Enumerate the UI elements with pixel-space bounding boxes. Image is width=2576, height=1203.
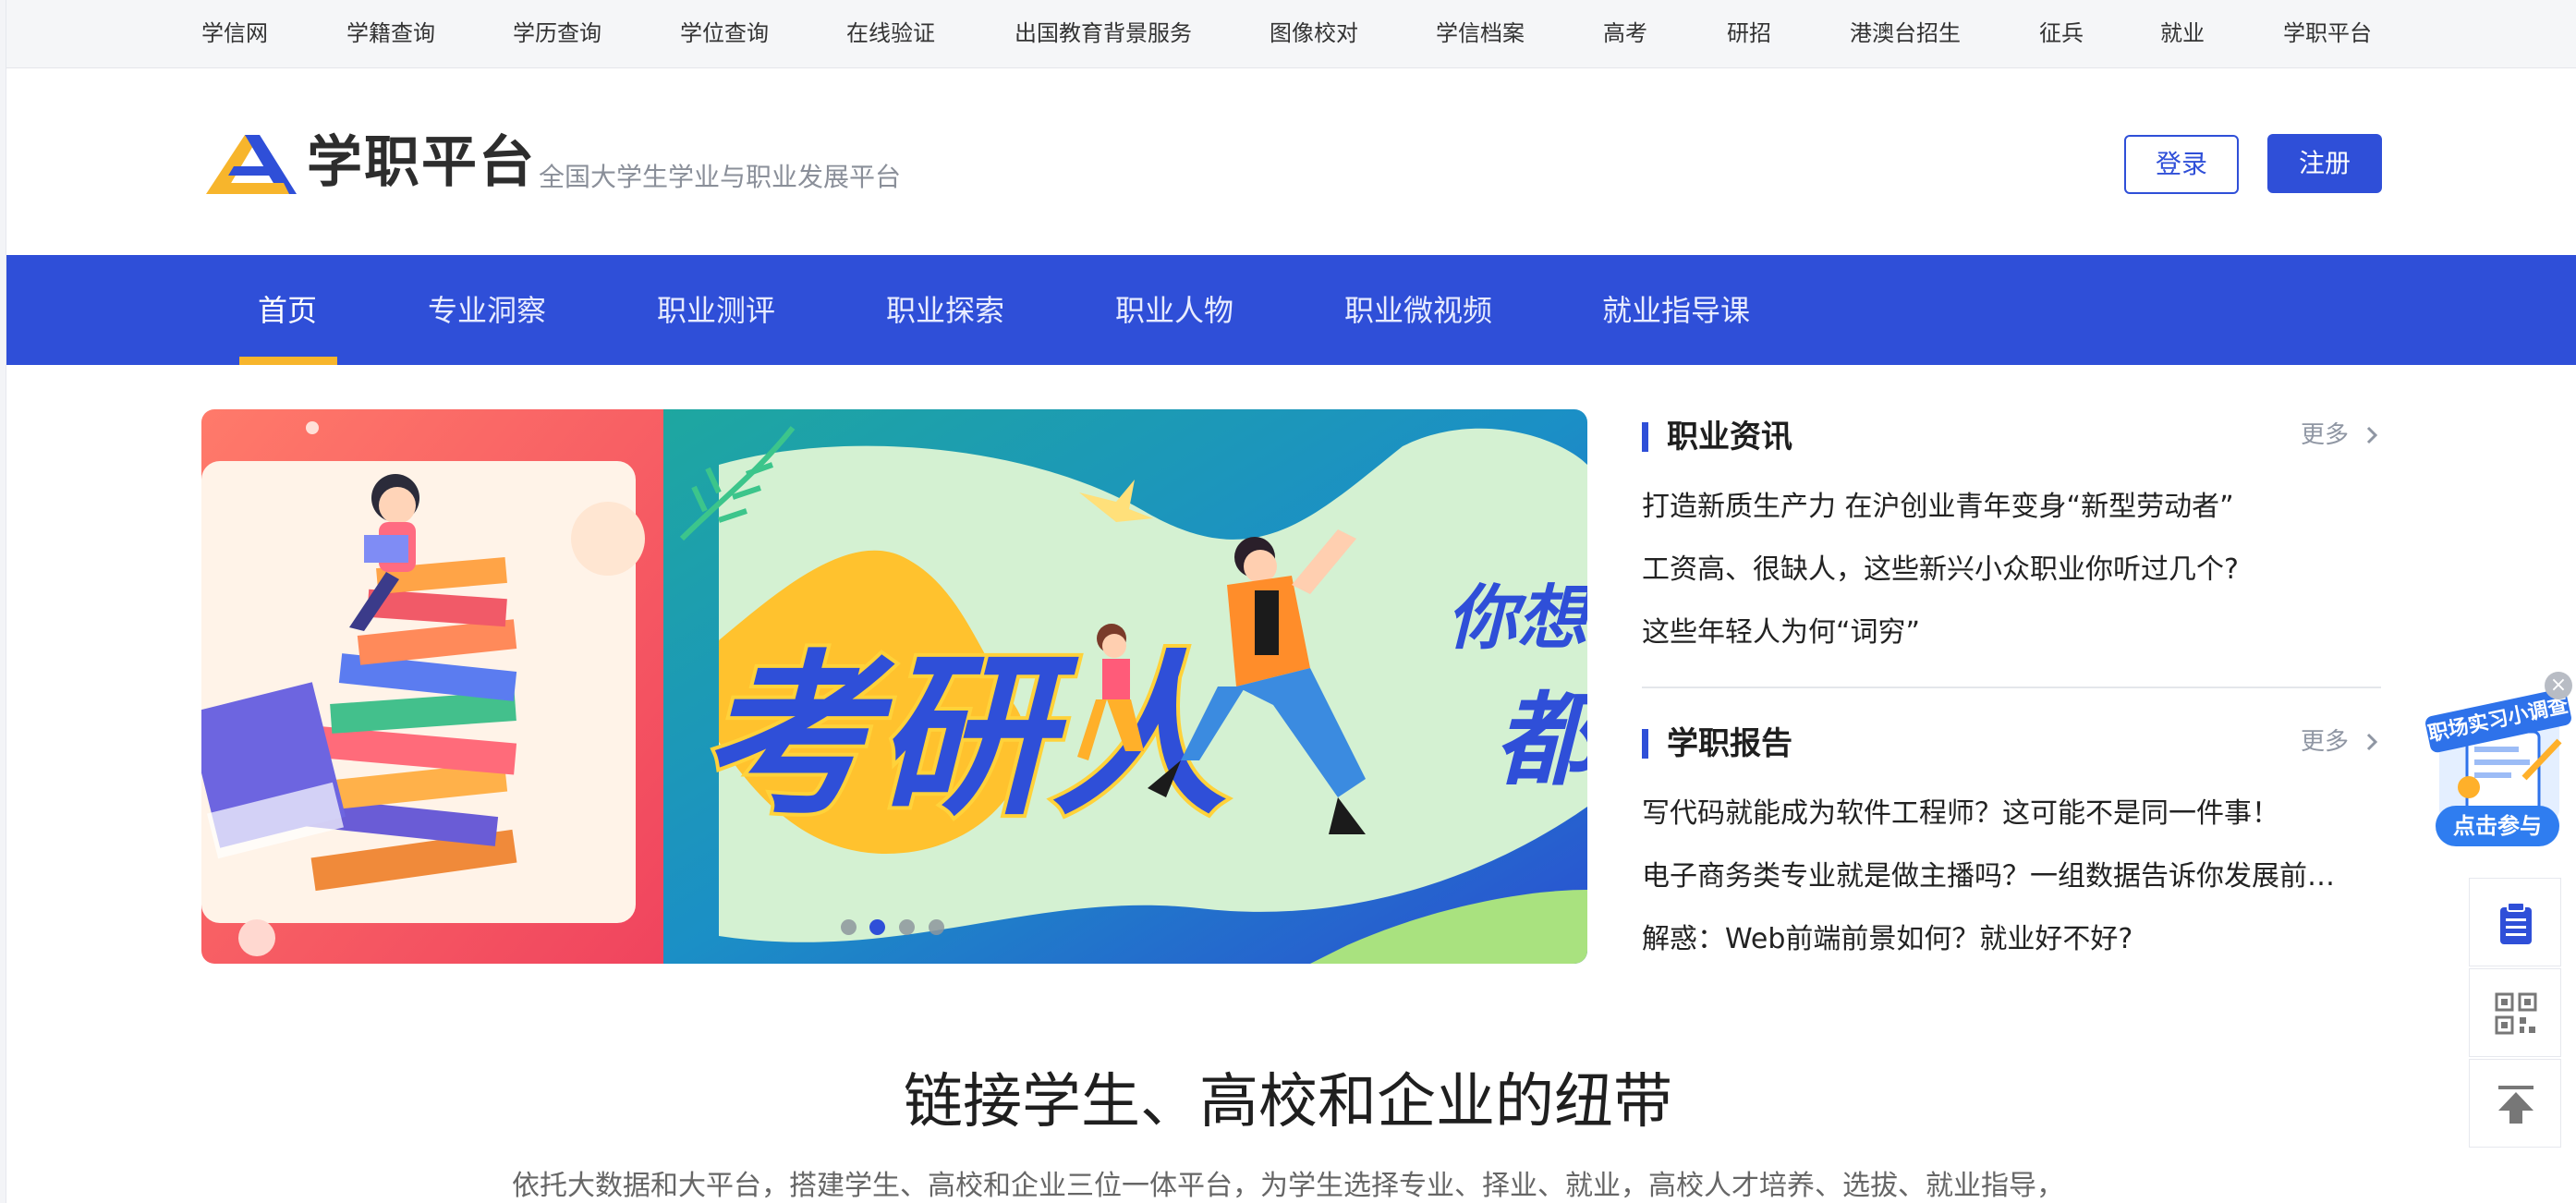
report-header: 学职报告 更多 [1642, 720, 2381, 766]
clipboard-icon [2500, 902, 2532, 944]
topbar-link-gaokao[interactable]: 高考 [1603, 18, 1647, 48]
nav-item-major-insight[interactable]: 专业洞察 [428, 290, 546, 331]
svg-text:考研人: 考研人 [700, 635, 1227, 839]
career-news-more-link[interactable]: 更多 [2301, 419, 2349, 452]
banner-illustration: 考研人 你想了 都 [201, 409, 1587, 964]
logo-text[interactable]: 学职平台 [307, 129, 536, 196]
back-to-top-icon [2498, 1086, 2533, 1124]
topbar-link-verify[interactable]: 在线验证 [846, 18, 935, 48]
carousel-dot[interactable] [841, 919, 857, 935]
nav-active-underline [239, 357, 337, 365]
report-item[interactable]: 解惑：Web前端前景如何？就业好不好? [1642, 919, 2381, 960]
topbar-link-gat[interactable]: 港澳台招生 [1850, 18, 1961, 48]
topbar-link-jiuye[interactable]: 就业 [2160, 18, 2205, 48]
carousel-dot[interactable] [929, 919, 944, 935]
nav-item-career-test[interactable]: 职业测评 [657, 290, 775, 331]
news-divider [1642, 687, 2381, 688]
report-item[interactable]: 电子商务类专业就是做主播吗？一组数据告诉你发展前… [1642, 857, 2381, 897]
topbar-link-xueli[interactable]: 学历查询 [513, 18, 601, 48]
nav-item-career-people[interactable]: 职业人物 [1115, 290, 1233, 331]
close-icon[interactable]: × [2545, 672, 2572, 699]
nav-item-home[interactable]: 首页 [258, 290, 317, 331]
carousel-dot-active[interactable] [869, 919, 885, 935]
qrcode-tool-button[interactable] [2469, 968, 2561, 1057]
career-news-item[interactable]: 打造新质生产力 在沪创业青年变身“新型劳动者” [1642, 487, 2381, 528]
report-more-link[interactable]: 更多 [2301, 725, 2349, 759]
topbar-link-yanzhao[interactable]: 研招 [1727, 18, 1771, 48]
login-button[interactable]: 登录 [2124, 135, 2239, 194]
chevron-right-icon[interactable] [2364, 729, 2381, 755]
report-title: 学职报告 [1667, 725, 1792, 762]
chevron-right-icon[interactable] [2364, 422, 2381, 448]
top-utility-bar: 学信网 学籍查询 学历查询 学位查询 在线验证 出国教育背景服务 图像校对 学信… [6, 0, 2576, 68]
site-header: 学职平台 全国大学生学业与职业发展平台 登录 注册 [6, 68, 2576, 255]
slogan-subtitle: 依托大数据和大平台，搭建学生、高校和企业三位一体平台，为学生选择专业、择业、就业… [512, 1170, 2064, 1202]
nav-item-career-course[interactable]: 就业指导课 [1602, 290, 1750, 331]
register-button[interactable]: 注册 [2267, 134, 2382, 193]
career-news-item[interactable]: 这些年轻人为何“词穷” [1642, 613, 2381, 653]
main-nav: 首页 专业洞察 职业测评 职业探索 职业人物 职业微视频 就业指导课 [6, 255, 2576, 365]
topbar-link-chsi[interactable]: 学信网 [201, 18, 268, 48]
topbar-link-archive[interactable]: 学信档案 [1436, 18, 1525, 48]
section-marker [1642, 422, 1648, 452]
back-to-top-button[interactable] [2469, 1059, 2561, 1148]
svg-text:你想了: 你想了 [1447, 577, 1587, 659]
qrcode-icon [2495, 992, 2537, 1035]
career-news-title: 职业资讯 [1667, 419, 1792, 456]
slogan-title: 链接学生、高校和企业的纽带 [904, 1068, 1672, 1136]
clipboard-tool-button[interactable] [2469, 878, 2561, 966]
topbar-link-image-check[interactable]: 图像校对 [1270, 18, 1358, 48]
logo-icon[interactable] [202, 129, 298, 196]
topbar-link-xuezhi[interactable]: 学职平台 [2283, 18, 2372, 48]
topbar-link-zhengbing[interactable]: 征兵 [2039, 18, 2084, 48]
survey-join-button[interactable]: 点击参与 [2436, 806, 2559, 846]
page-left-edge [0, 0, 6, 1203]
section-marker [1642, 729, 1648, 759]
carousel-dot[interactable] [899, 919, 915, 935]
report-item[interactable]: 写代码就能成为软件工程师？这可能不是同一件事！ [1642, 794, 2381, 834]
nav-item-career-video[interactable]: 职业微视频 [1344, 290, 1492, 331]
career-news-item[interactable]: 工资高、很缺人，这些新兴小众职业你听过几个? [1642, 550, 2381, 590]
topbar-link-xuewei[interactable]: 学位查询 [680, 18, 769, 48]
topbar-link-abroad[interactable]: 出国教育背景服务 [1015, 18, 1192, 48]
career-news-header: 职业资讯 更多 [1642, 413, 2381, 459]
nav-item-career-explore[interactable]: 职业探索 [886, 290, 1004, 331]
topbar-link-xueji[interactable]: 学籍查询 [346, 18, 435, 48]
banner-carousel[interactable]: 考研人 你想了 都 [201, 409, 1587, 964]
svg-text:都: 都 [1495, 681, 1587, 799]
logo-subtitle: 全国大学生学业与职业发展平台 [539, 162, 902, 192]
